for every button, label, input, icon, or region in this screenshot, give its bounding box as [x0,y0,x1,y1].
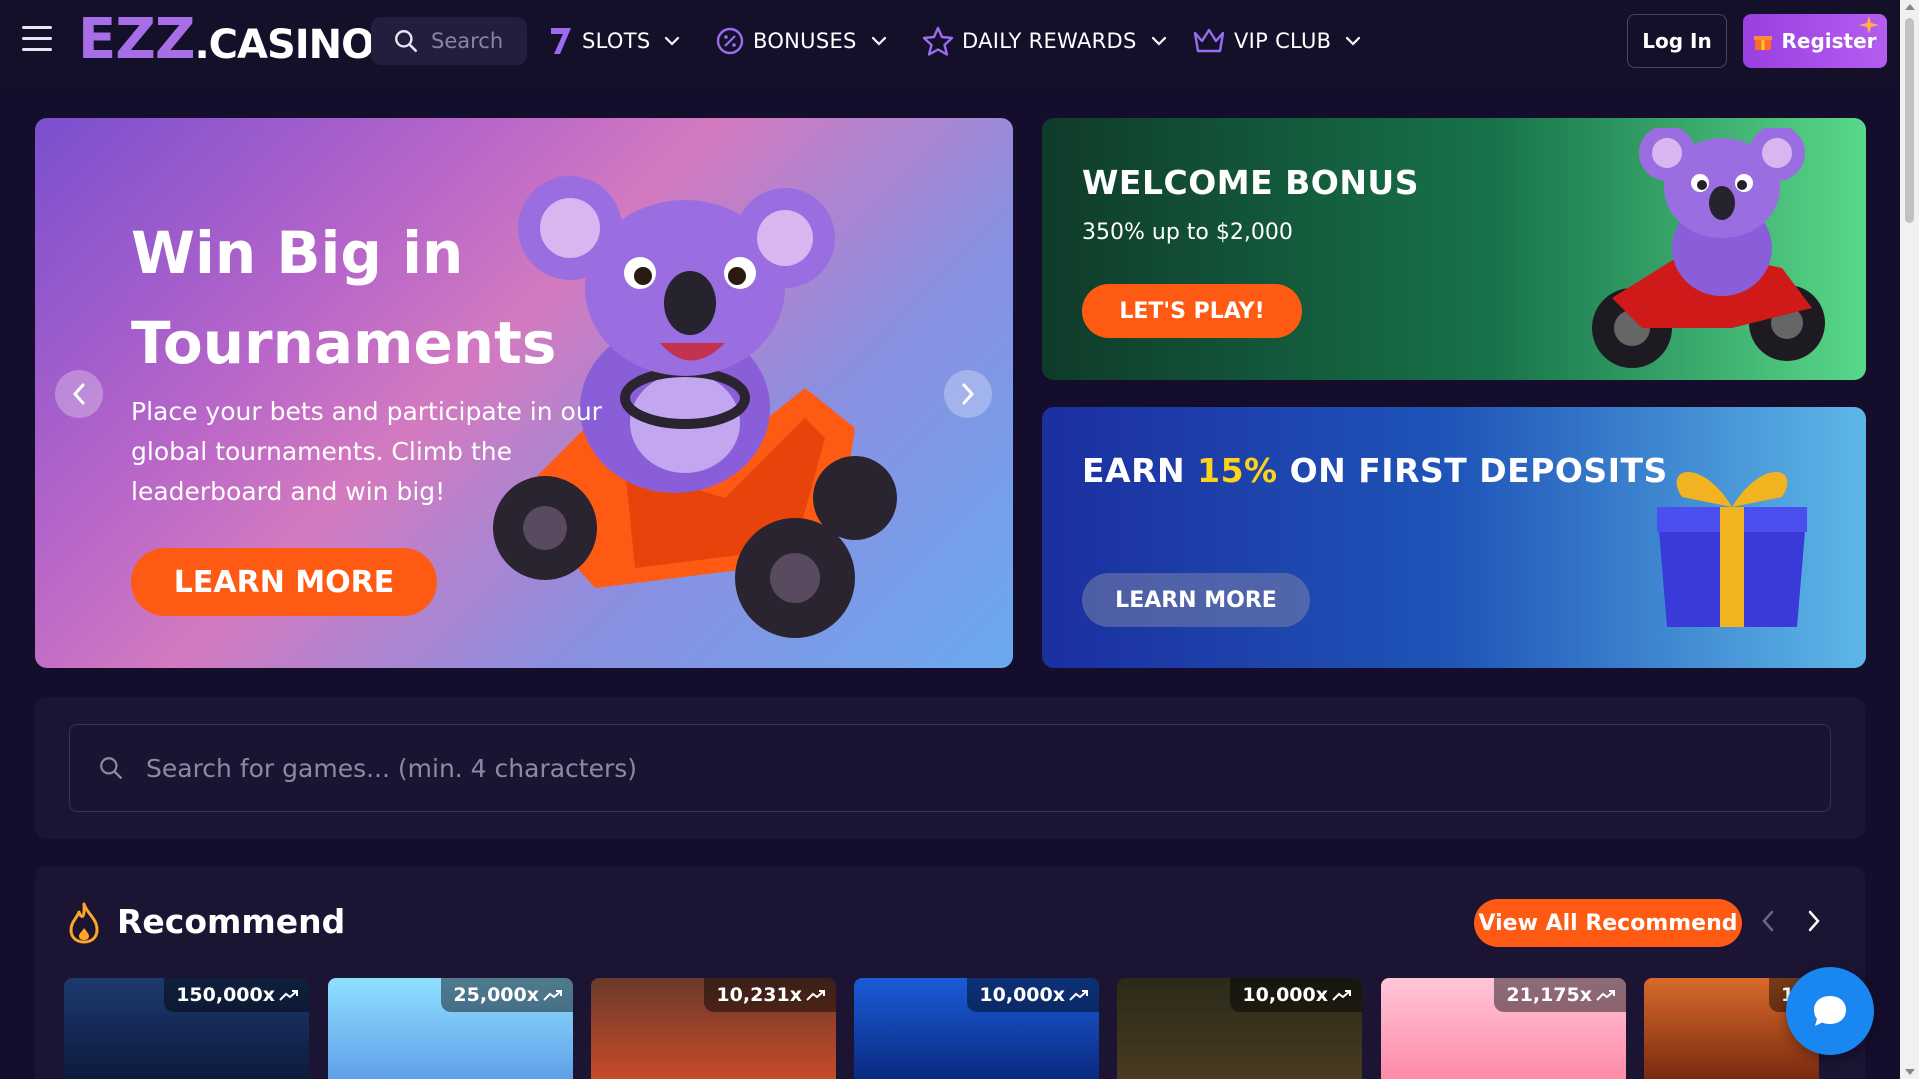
carousel-next-button[interactable] [944,370,992,418]
trending-up-icon [806,990,825,1001]
nav-bonuses-label: BONUSES [753,29,857,53]
menu-icon[interactable] [22,26,54,56]
koala-motorbike-illustration [1592,128,1825,368]
game-multiplier: 150,000x [176,984,275,1006]
first-deposit-title: EARN 15% ON FIRST DEPOSITS [1082,451,1668,490]
welcome-bonus-title: WELCOME BONUS [1082,163,1419,202]
game-multiplier-badge: 10,000x [1230,978,1362,1012]
chevron-down-icon [1346,36,1361,46]
chevron-right-icon[interactable] [1807,910,1821,932]
game-multiplier: 25,000x [453,984,539,1006]
first-deposit-title-pre: EARN [1082,451,1198,490]
login-button[interactable]: Log In [1627,14,1727,68]
chevron-down-icon [1151,36,1166,46]
nav-slots[interactable]: SLOTS [548,20,680,62]
game-multiplier: 10,000x [979,984,1065,1006]
game-tile[interactable]: 10,000x [1117,978,1362,1079]
site-logo[interactable]: EZZ .CASINO [78,7,375,72]
hero-description: Place your bets and participate in our g… [131,397,602,506]
page-scrollbar[interactable] [1900,0,1919,1079]
search-icon [100,757,122,779]
chat-bubble-icon [1814,996,1846,1026]
header-search-box[interactable]: Search [371,17,527,65]
welcome-bonus-card[interactable]: WELCOME BONUS 350% up to $2,000 LET'S PL… [1042,118,1866,380]
scroll-up-arrow-icon[interactable] [1905,4,1915,10]
first-deposit-percentage: 15% [1197,451,1278,490]
trending-up-icon [279,990,298,1001]
carousel-prev-button[interactable] [55,370,103,418]
welcome-bonus-subtitle: 350% up to $2,000 [1082,220,1293,245]
gift-icon [1754,36,1773,50]
hero-learn-more-button[interactable]: LEARN MORE [131,548,437,616]
flame-icon [69,902,99,944]
game-multiplier-badge: 25,000x [441,978,573,1012]
game-search-input[interactable]: Search for games... (min. 4 characters) [69,724,1831,812]
recommend-title: Recommend [117,902,346,941]
game-tile[interactable]: 10,231x [591,978,836,1079]
trending-up-icon [1069,990,1088,1001]
nav-daily-rewards[interactable]: DAILY REWARDS [922,20,1167,62]
register-button[interactable]: Register [1743,14,1887,68]
lets-play-button[interactable]: LET'S PLAY! [1082,284,1302,338]
star-icon [922,26,954,56]
hero-carousel: Win Big in Tournaments Place your bets a… [35,118,1013,668]
game-tile[interactable]: 21,175x [1381,978,1626,1079]
search-icon [395,30,418,53]
game-multiplier-badge: 150,000x [164,978,309,1012]
live-chat-button[interactable] [1786,967,1874,1055]
seven-icon [551,28,571,54]
game-search-section: Search for games... (min. 4 characters) [35,697,1865,839]
first-deposit-title-post: ON FIRST DEPOSITS [1277,451,1668,490]
top-navigation-bar: EZZ .CASINO Search SLOTS BONUSES DAILY R… [0,0,1900,82]
crown-icon [1193,28,1225,53]
game-multiplier-badge: 10,000x [967,978,1099,1012]
nav-vip-club-label: VIP CLUB [1234,29,1332,53]
percent-badge-icon [716,27,744,55]
sparkle-icon [1859,16,1879,34]
header-search-placeholder: Search [431,29,504,53]
chevron-right-icon [962,383,975,405]
game-multiplier: 10,231x [716,984,802,1006]
chevron-down-icon [871,36,886,46]
game-multiplier-badge: 10,231x [704,978,836,1012]
scrollbar-thumb[interactable] [1905,18,1914,223]
chevron-left-icon[interactable] [1761,910,1775,932]
chevron-down-icon [665,36,680,46]
game-tile[interactable]: 150,000x [64,978,309,1079]
game-tile[interactable]: 25,000x [328,978,573,1079]
chevron-left-icon [72,383,85,405]
view-all-recommend-button[interactable]: View All Recommend [1474,899,1742,947]
nav-bonuses[interactable]: BONUSES [715,20,887,62]
trending-up-icon [543,990,562,1001]
trending-up-icon [1596,990,1615,1001]
deposit-learn-more-button[interactable]: LEARN MORE [1082,573,1310,627]
first-deposit-card[interactable]: EARN 15% ON FIRST DEPOSITS LEARN MORE [1042,407,1866,668]
game-tile[interactable]: 10,000x [854,978,1099,1079]
nav-slots-label: SLOTS [582,29,651,53]
nav-daily-rewards-label: DAILY REWARDS [962,29,1137,53]
game-multiplier-badge: 21,175x [1494,978,1626,1012]
game-search-placeholder: Search for games... (min. 4 characters) [146,753,638,783]
nav-vip-club[interactable]: VIP CLUB [1192,20,1361,62]
logo-text-suffix: .CASINO [194,22,375,68]
hero-title: Win Big in Tournaments [131,219,557,377]
logo-text-main: EZZ [78,7,195,72]
gift-box-illustration [1657,472,1807,627]
scroll-down-arrow-icon[interactable] [1905,1069,1915,1075]
trending-up-icon [1332,990,1351,1001]
game-multiplier: 10,000x [1242,984,1328,1006]
recommend-section: Recommend View All Recommend 150,000x 25… [35,866,1865,1079]
game-multiplier: 21,175x [1506,984,1592,1006]
